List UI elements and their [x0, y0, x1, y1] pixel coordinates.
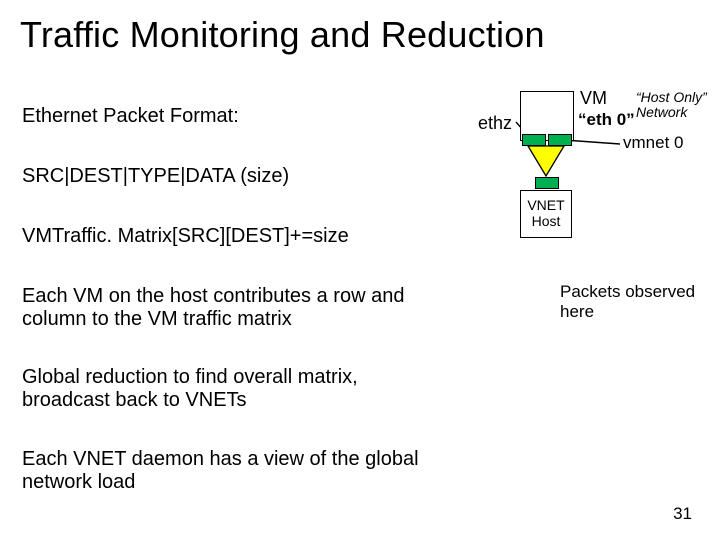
slide: Traffic Monitoring and Reduction Etherne…	[0, 0, 720, 540]
page-number: 31	[673, 504, 692, 524]
text-srcdest: SRC|DEST|TYPE|DATA (size)	[22, 165, 289, 188]
nic-icon	[535, 177, 559, 189]
vm-label: VM	[580, 88, 607, 109]
text-each-vnet: Each VNET daemon has a view of the globa…	[22, 448, 442, 494]
vnet-host-box: VNET Host	[520, 190, 572, 238]
vnet-label-line2: Host	[521, 213, 571, 229]
nic-icon	[548, 134, 572, 146]
packets-observed-label: Packets observed here	[560, 282, 720, 321]
host-only-label: “Host Only” Network	[636, 90, 708, 121]
ethz-label: ethz	[478, 113, 512, 134]
nic-icon	[522, 134, 546, 146]
diagram: VM “eth 0” “Host Only” Network ethz vmne…	[468, 88, 708, 268]
slide-title: Traffic Monitoring and Reduction	[20, 14, 545, 56]
eth0-label: “eth 0”	[578, 110, 635, 130]
text-each-vm: Each VM on the host contributes a row an…	[22, 285, 442, 331]
text-global: Global reduction to find overall matrix,…	[22, 366, 442, 412]
vnet-label-line1: VNET	[521, 197, 571, 213]
text-vmtraffic: VMTraffic. Matrix[SRC][DEST]+=size	[22, 225, 349, 248]
vmnet0-label: vmnet 0	[623, 133, 683, 153]
text-ethernet-format: Ethernet Packet Format:	[22, 105, 239, 128]
